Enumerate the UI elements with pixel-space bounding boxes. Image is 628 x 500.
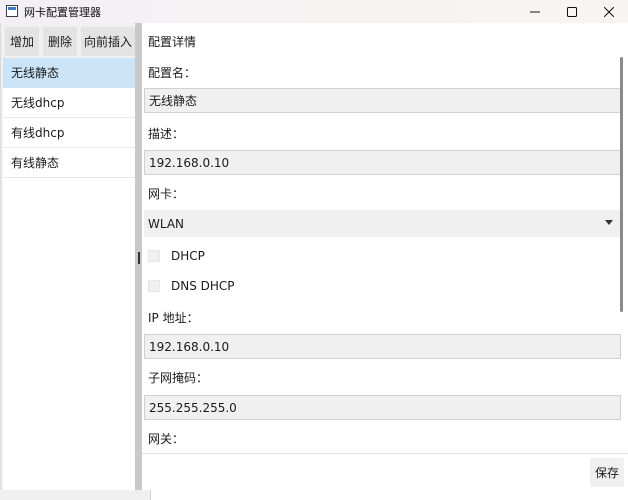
list-empty-area[interactable] <box>3 178 135 490</box>
nic-select-value: WLAN <box>148 216 185 231</box>
app-icon <box>6 5 18 17</box>
config-detail-pane: 配置详情 配置名： 无线静态 描述： 192.168.0.10 网卡： WLAN… <box>142 23 628 453</box>
list-item-label: 无线静态 <box>11 66 60 80</box>
dns-dhcp-checkbox[interactable] <box>148 280 160 292</box>
ip-label: IP 地址： <box>148 311 199 325</box>
title-bar: 网卡配置管理器 <box>0 0 628 23</box>
maximize-button[interactable] <box>554 0 590 23</box>
dhcp-checkbox[interactable] <box>148 250 160 262</box>
name-label: 配置名： <box>148 66 197 80</box>
nic-select[interactable]: WLAN <box>144 210 621 237</box>
close-button[interactable] <box>591 0 627 23</box>
list-item[interactable]: 有线dhcp <box>3 118 135 148</box>
dns-dhcp-option[interactable]: DNS DHCP <box>148 278 235 294</box>
list-toolbar: 增加 删除 向前插入 <box>3 27 135 57</box>
section-title: 配置详情 <box>148 35 197 49</box>
splitter-grip[interactable] <box>138 252 140 264</box>
description-field[interactable]: 192.168.0.10 <box>144 150 621 175</box>
detail-footer: 保存 <box>142 453 628 490</box>
name-field[interactable]: 无线静态 <box>144 88 621 113</box>
nic-label: 网卡： <box>148 187 185 201</box>
chevron-down-icon <box>605 220 613 225</box>
description-label: 描述： <box>148 127 185 141</box>
detail-scrollbar[interactable] <box>620 57 623 312</box>
list-item[interactable]: 无线dhcp <box>3 88 135 118</box>
list-item-label: 无线dhcp <box>11 96 65 110</box>
ip-field[interactable]: 192.168.0.10 <box>144 334 621 359</box>
mask-field[interactable]: 255.255.255.0 <box>144 395 621 420</box>
config-list: 无线静态 无线dhcp 有线dhcp 有线静态 <box>3 58 135 178</box>
maximize-icon <box>567 6 577 17</box>
delete-button[interactable]: 删除 <box>43 27 77 56</box>
minimize-button[interactable] <box>517 0 553 23</box>
dhcp-label: DHCP <box>171 249 205 263</box>
config-list-pane: 增加 删除 向前插入 无线静态 无线dhcp 有线dhcp 有线静态 <box>0 23 136 490</box>
minimize-icon <box>530 11 540 12</box>
list-item-label: 有线dhcp <box>11 126 65 140</box>
bottom-edge <box>0 490 628 500</box>
list-item[interactable]: 无线静态 <box>3 58 135 88</box>
mask-label: 子网掩码： <box>148 371 209 385</box>
gateway-label: 网关： <box>148 432 185 446</box>
dhcp-option[interactable]: DHCP <box>148 248 205 264</box>
window-title: 网卡配置管理器 <box>24 6 101 19</box>
insert-before-button[interactable]: 向前插入 <box>81 27 135 56</box>
bottom-edge-left <box>0 490 151 500</box>
save-button[interactable]: 保存 <box>590 458 624 487</box>
list-item[interactable]: 有线静态 <box>3 148 135 178</box>
add-button[interactable]: 增加 <box>5 27 39 56</box>
close-icon <box>604 6 614 17</box>
list-item-label: 有线静态 <box>11 156 60 170</box>
dns-dhcp-label: DNS DHCP <box>171 279 235 293</box>
